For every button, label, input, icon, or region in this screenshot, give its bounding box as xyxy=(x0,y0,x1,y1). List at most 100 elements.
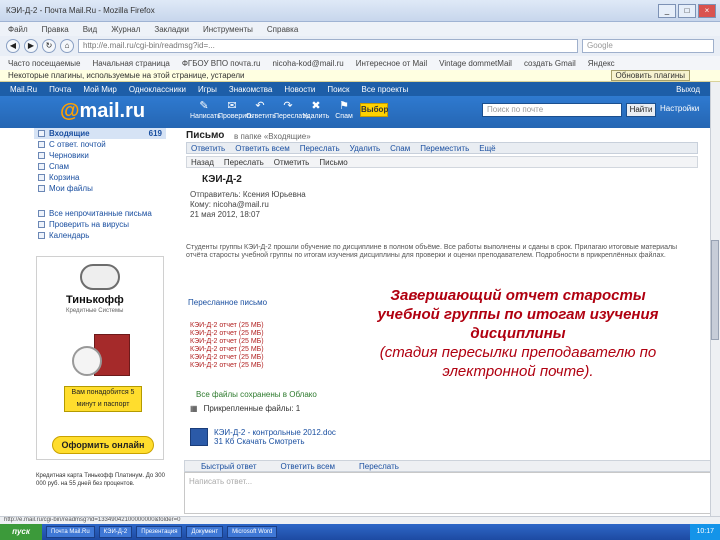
message-action[interactable]: Ответить xyxy=(191,144,225,153)
sidebar-link-label: Календарь xyxy=(49,231,90,240)
bookmark-item[interactable]: ФГБОУ ВПО почта.ru xyxy=(182,59,261,68)
attachment-item[interactable]: КЭИ-Д-2 отчет (25 МБ) xyxy=(190,338,264,346)
bookmark-item[interactable]: создать Gmail xyxy=(524,59,576,68)
folder-item[interactable]: Спам xyxy=(34,161,166,172)
toolbar-button[interactable]: ✎ Написать xyxy=(190,99,221,120)
portal-nav-item[interactable]: Поиск xyxy=(327,85,349,94)
mail-search-input[interactable]: Поиск по почте xyxy=(482,103,622,117)
ballot-button[interactable]: Выбор xyxy=(360,103,388,117)
sidebar-link[interactable]: Все непрочитанные письма xyxy=(34,208,166,219)
taskbar-task[interactable]: КЭИ-Д-2 xyxy=(98,526,133,538)
message-action[interactable]: Ответить всем xyxy=(235,144,290,153)
message-action[interactable]: Удалить xyxy=(350,144,381,153)
menu-item[interactable]: Правка xyxy=(42,25,69,34)
file-name[interactable]: КЭИ-Д-2 - контрольные 2012.doc xyxy=(214,428,336,437)
mail-logo[interactable]: @mail.ru xyxy=(60,100,145,123)
file-meta[interactable]: 31 Кб Скачать Смотреть xyxy=(214,437,336,446)
portal-nav-item[interactable]: Мой Мир xyxy=(83,85,116,94)
portal-nav-item[interactable]: Игры xyxy=(198,85,217,94)
toolbar-button[interactable]: ✖ Удалить xyxy=(302,99,330,120)
bookmark-item[interactable]: Vintage dommetMail xyxy=(439,59,512,68)
taskbar-task[interactable]: Microsoft Word xyxy=(227,526,278,538)
reply-action[interactable]: Переслать xyxy=(359,462,399,471)
browser-search-input[interactable]: Google xyxy=(582,39,714,53)
reply-action[interactable]: Ответить всем xyxy=(281,462,336,471)
bookmark-item[interactable]: Начальная страница xyxy=(92,59,169,68)
toolbar-button[interactable]: ⚑ Спам xyxy=(330,99,358,120)
portal-nav-item[interactable]: Новости xyxy=(284,85,315,94)
maximize-icon[interactable]: □ xyxy=(678,3,696,18)
portal-nav-item[interactable]: Mail.Ru xyxy=(10,85,37,94)
word-document-icon[interactable] xyxy=(190,428,208,446)
message-path[interactable]: в папке «Входящие» xyxy=(234,132,311,141)
message-to[interactable]: Кому: nicoha@mail.ru xyxy=(190,200,269,209)
message-action-secondary[interactable]: Письмо xyxy=(319,158,347,167)
bookmark-item[interactable]: Часто посещаемые xyxy=(8,59,80,68)
back-icon[interactable]: ◀ xyxy=(6,39,20,53)
message-date: 21 мая 2012, 18:07 xyxy=(190,210,260,219)
folder-label: С ответ. почтой xyxy=(49,140,106,149)
sidebar-link[interactable]: Календарь xyxy=(34,230,166,241)
message-action[interactable]: Спам xyxy=(390,144,410,153)
close-icon[interactable]: × xyxy=(698,3,716,18)
menu-item[interactable]: Файл xyxy=(8,25,28,34)
attachment-item[interactable]: КЭИ-Д-2 отчет (25 МБ) xyxy=(190,330,264,338)
saved-to-cloud[interactable]: Все файлы сохранены в Облако xyxy=(196,390,317,399)
toolbar-button[interactable]: ✉ Проверить xyxy=(218,99,253,120)
portal-nav-item[interactable]: Почта xyxy=(49,85,71,94)
folder-item[interactable]: С ответ. почтой xyxy=(34,139,166,150)
caption-line-2: учебной группы по итогам изучения xyxy=(377,306,659,323)
reply-action[interactable]: Быстрый ответ xyxy=(201,462,257,471)
attachment-item[interactable]: КЭИ-Д-2 отчет (25 МБ) xyxy=(190,354,264,362)
message-action[interactable]: Ещё xyxy=(479,144,495,153)
minimize-icon[interactable]: _ xyxy=(658,3,676,18)
bookmark-item[interactable]: nicoha-kod@mail.ru xyxy=(272,59,343,68)
logout-link[interactable]: Выход xyxy=(676,85,700,94)
menu-item[interactable]: Вид xyxy=(83,25,97,34)
menu-item[interactable]: Закладки xyxy=(154,25,189,34)
folder-item[interactable]: Входящие 619 xyxy=(34,128,166,139)
message-action-secondary[interactable]: Переслать xyxy=(224,158,264,167)
message-action-secondary[interactable]: Отметить xyxy=(274,158,310,167)
url-input[interactable]: http://e.mail.ru/cgi-bin/readmsg?id=... xyxy=(78,39,578,53)
bookmark-item[interactable]: Яндекс xyxy=(588,59,615,68)
portal-nav-item[interactable]: Все проекты xyxy=(362,85,409,94)
attachment-item[interactable]: КЭИ-Д-2 отчет (25 МБ) xyxy=(190,322,264,330)
window-titlebar: КЭИ-Д-2 - Почта Mail.Ru - Mozilla Firefo… xyxy=(0,0,720,22)
message-action-secondary[interactable]: Назад xyxy=(191,158,214,167)
taskbar-task[interactable]: Документ xyxy=(186,526,224,538)
settings-link[interactable]: Настройки xyxy=(660,104,699,113)
find-button[interactable]: Найти xyxy=(626,103,656,117)
message-from[interactable]: Отправитель: Ксения Юрьевна xyxy=(190,190,306,199)
folder-item[interactable]: Черновики xyxy=(34,150,166,161)
folder-label: Спам xyxy=(49,162,70,171)
sidebar-link[interactable]: Проверить на вирусы xyxy=(34,219,166,230)
attachment-item[interactable]: КЭИ-Д-2 отчет (25 МБ) xyxy=(190,346,264,354)
toolbar-button[interactable]: ↷ Переслать xyxy=(274,99,309,120)
message-action[interactable]: Переслать xyxy=(300,144,340,153)
ad-note: Кредитная карта Тинькофф Платинум. До 30… xyxy=(36,473,165,487)
update-plugins-button[interactable]: Обновить плагины xyxy=(610,70,690,81)
taskbar-task[interactable]: Презентация xyxy=(136,526,183,538)
scrollbar-thumb[interactable] xyxy=(711,240,719,340)
attachment-item[interactable]: КЭИ-Д-2 отчет (25 МБ) xyxy=(190,362,264,370)
reload-icon[interactable]: ↻ xyxy=(42,39,56,53)
forward-icon[interactable]: ▶ xyxy=(24,39,38,53)
start-button[interactable]: пуск xyxy=(0,524,42,540)
message-action[interactable]: Переместить xyxy=(420,144,469,153)
portal-nav-item[interactable]: Знакомства xyxy=(229,85,273,94)
slide-caption: Завершающий отчет старосты учебной групп… xyxy=(318,286,718,381)
home-icon[interactable]: ⌂ xyxy=(60,39,74,53)
taskbar-task[interactable]: Почта Mail.Ru xyxy=(46,526,95,538)
toolbar-button[interactable]: ↶ Ответить xyxy=(246,99,276,120)
portal-nav-item[interactable]: Одноклассники xyxy=(129,85,186,94)
menu-item[interactable]: Инструменты xyxy=(203,25,253,34)
menu-item[interactable]: Журнал xyxy=(111,25,140,34)
ad-apply-button[interactable]: Оформить онлайн xyxy=(52,436,154,454)
menu-item[interactable]: Справка xyxy=(267,25,298,34)
folder-item[interactable]: Корзина xyxy=(34,172,166,183)
quick-reply-input[interactable]: Написать ответ... xyxy=(184,472,714,514)
folder-item[interactable]: Мои файлы xyxy=(34,183,166,194)
folder-icon xyxy=(38,185,45,192)
bookmark-item[interactable]: Интересное от Mail xyxy=(356,59,427,68)
